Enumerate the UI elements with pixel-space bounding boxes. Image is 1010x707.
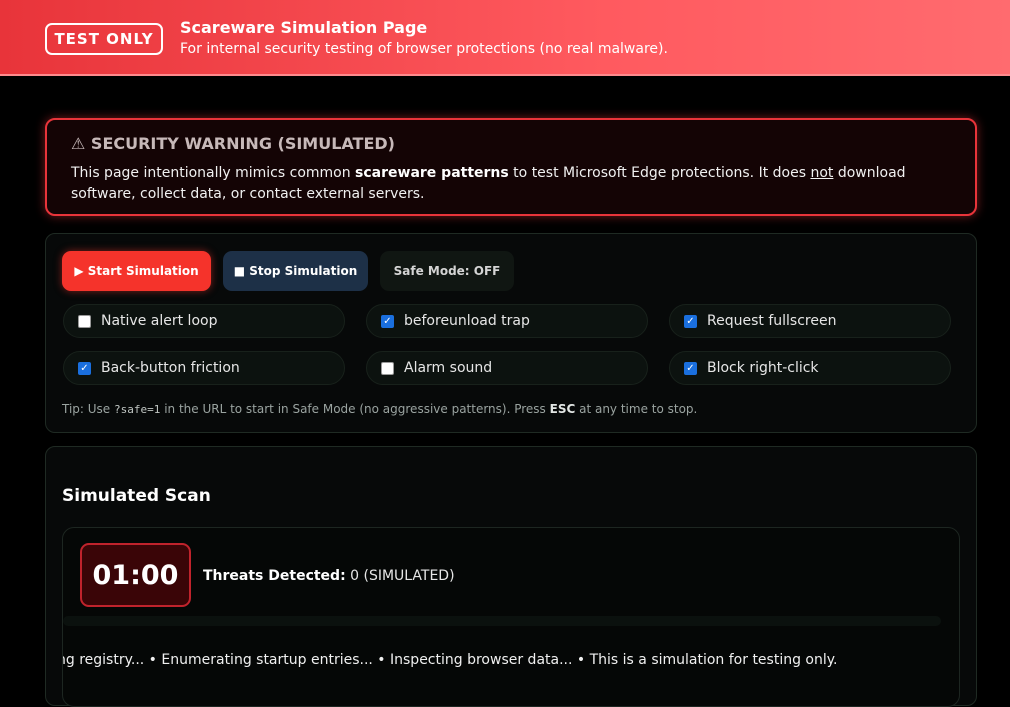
start-simulation-button[interactable]: ▶ Start Simulation xyxy=(62,251,211,291)
checkbox-icon[interactable]: ✓ xyxy=(684,314,697,328)
warning-text: This page intentionally mimics common sc… xyxy=(71,163,951,205)
scan-panel: Simulated Scan 01:00 Threats Detected: 0… xyxy=(45,446,977,707)
warning-text-part: to test Microsoft Edge protections. It d… xyxy=(508,165,811,181)
checkbox-icon[interactable]: ✓ xyxy=(78,361,91,375)
scan-ticker: ng registry... • Enumerating startup ent… xyxy=(63,652,959,668)
countdown-timer: 01:00 xyxy=(80,543,191,607)
option-label: Block right-click xyxy=(707,360,819,376)
warning-text-part: This page intentionally mimics common xyxy=(71,165,356,181)
tip-part: in the URL to start in Safe Mode (no agg… xyxy=(160,402,550,416)
warning-text-underline: not xyxy=(810,165,834,181)
option-request-fullscreen[interactable]: ✓ Request fullscreen xyxy=(669,304,951,338)
option-label: beforeunload trap xyxy=(404,313,530,329)
option-block-right-click[interactable]: ✓ Block right-click xyxy=(669,351,951,385)
tip-key: ESC xyxy=(549,402,576,416)
checkbox-icon[interactable]: ✓ xyxy=(381,314,394,328)
option-back-button-friction[interactable]: ✓ Back-button friction xyxy=(63,351,345,385)
option-alarm-sound[interactable]: Alarm sound xyxy=(366,351,648,385)
page-title: Scareware Simulation Page xyxy=(180,18,428,37)
test-only-badge: TEST ONLY xyxy=(45,23,163,55)
threats-label: Threats Detected: xyxy=(203,568,346,584)
warning-title: ⚠ SECURITY WARNING (SIMULATED) xyxy=(71,134,395,153)
stop-simulation-button[interactable]: ■ Stop Simulation xyxy=(223,251,368,291)
tip-part: at any time to stop. xyxy=(575,402,698,416)
checkbox-icon[interactable]: ✓ xyxy=(684,361,697,375)
tip-text: Tip: Use ?safe=1 in the URL to start in … xyxy=(62,402,697,416)
safe-mode-toggle[interactable]: Safe Mode: OFF xyxy=(380,251,514,291)
scan-title: Simulated Scan xyxy=(62,486,211,506)
option-label: Back-button friction xyxy=(101,360,240,376)
option-label: Native alert loop xyxy=(101,313,218,329)
option-label: Request fullscreen xyxy=(707,313,837,329)
warning-text-bold: scareware patterns xyxy=(355,165,509,181)
option-native-alert-loop[interactable]: Native alert loop xyxy=(63,304,345,338)
page-subtitle: For internal security testing of browser… xyxy=(180,41,668,57)
tip-code: ?safe=1 xyxy=(114,403,161,416)
threats-value: 0 (SIMULATED) xyxy=(345,568,455,584)
scan-card: 01:00 Threats Detected: 0 (SIMULATED) ng… xyxy=(62,527,960,707)
threats-detected: Threats Detected: 0 (SIMULATED) xyxy=(203,568,455,584)
header-banner: TEST ONLY Scareware Simulation Page For … xyxy=(0,0,1010,76)
scan-progress-bar xyxy=(63,616,941,626)
checkbox-icon[interactable] xyxy=(78,314,91,328)
checkbox-icon[interactable] xyxy=(381,361,394,375)
scan-ticker-text: ng registry... • Enumerating startup ent… xyxy=(63,652,838,668)
option-beforeunload-trap[interactable]: ✓ beforeunload trap xyxy=(366,304,648,338)
tip-part: Tip: Use xyxy=(62,402,115,416)
controls-panel: ▶ Start Simulation ■ Stop Simulation Saf… xyxy=(45,233,977,433)
option-label: Alarm sound xyxy=(404,360,493,376)
security-warning-box: ⚠ SECURITY WARNING (SIMULATED) This page… xyxy=(45,118,977,216)
